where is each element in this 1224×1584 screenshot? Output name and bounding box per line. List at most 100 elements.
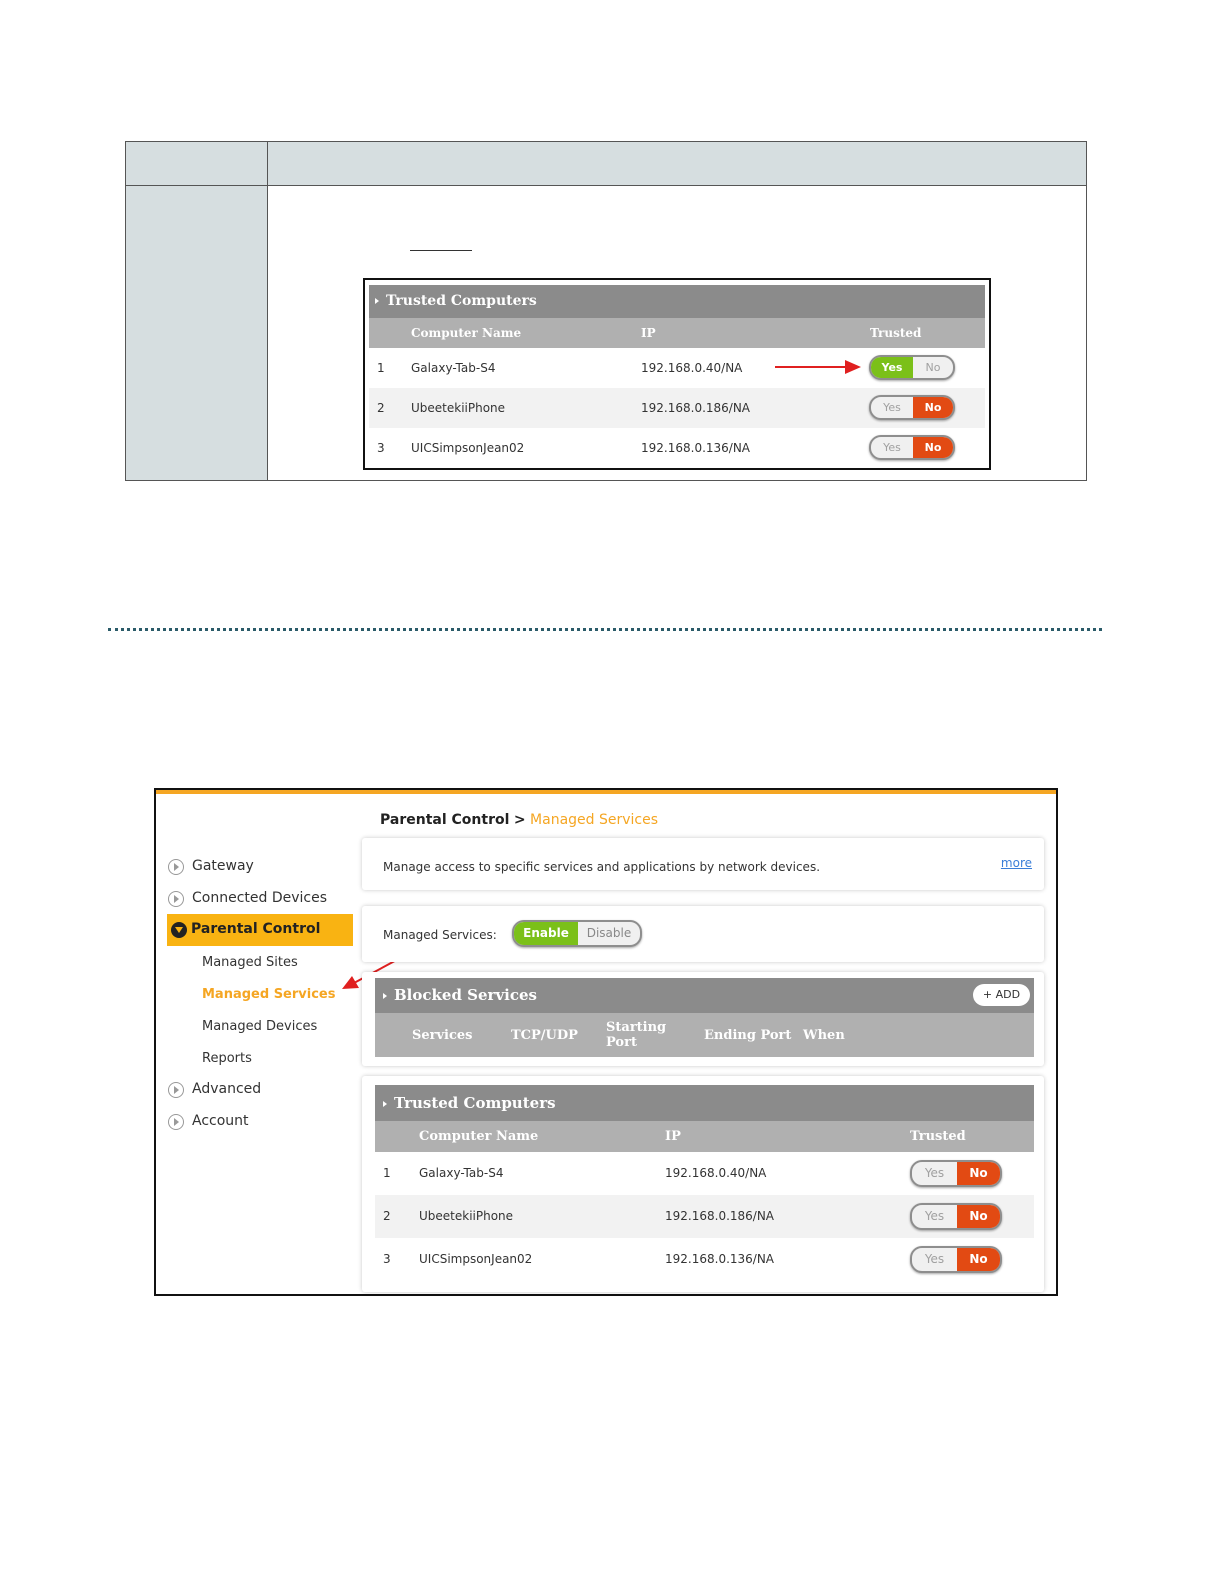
column-header-tcp-udp: TCP/UDP — [511, 1028, 578, 1043]
computer-name: Galaxy-Tab-S4 — [411, 361, 496, 375]
blocked-services-card: Blocked Services + ADD Services TCP/UDP … — [362, 972, 1044, 1066]
nav-sub-managed-devices[interactable]: Managed Devices — [202, 1019, 317, 1034]
row-number: 3 — [377, 441, 385, 455]
table-row: 3 UICSimpsonJean02 192.168.0.136/NA Yes … — [369, 428, 989, 468]
panel-title-text: Blocked Services — [394, 986, 537, 1004]
trusted-toggle[interactable]: Yes No — [910, 1246, 1002, 1273]
trusted-toggle[interactable]: Yes No — [910, 1160, 1002, 1187]
managed-services-card: Managed Services: Enable Disable — [362, 906, 1044, 962]
computer-name: UICSimpsonJean02 — [419, 1252, 533, 1266]
table-header-row — [126, 142, 1086, 186]
trusted-toggle[interactable]: Yes No — [869, 395, 955, 420]
column-header-ending-port: Ending Port — [704, 1028, 792, 1043]
column-header-row: Computer Name IP Trusted — [375, 1121, 1034, 1152]
expand-arrow-icon — [168, 891, 184, 907]
row-number: 2 — [377, 401, 385, 415]
table-row: 2 UbeetekiiPhone 192.168.0.186/NA Yes No — [375, 1195, 1034, 1238]
table-row: 2 UbeetekiiPhone 192.168.0.186/NA Yes No — [369, 388, 985, 428]
table-step-cell — [126, 186, 267, 480]
nav-label: Gateway — [192, 858, 254, 874]
no-option[interactable]: No — [913, 357, 953, 378]
column-header-computer-name: Computer Name — [411, 326, 522, 340]
no-option[interactable]: No — [913, 397, 953, 418]
no-option[interactable]: No — [957, 1205, 1000, 1228]
column-header-trusted: Trusted — [870, 326, 922, 340]
yes-option[interactable]: Yes — [871, 357, 913, 378]
nav-sub-managed-sites[interactable]: Managed Sites — [202, 955, 298, 970]
computer-name: UbeetekiiPhone — [419, 1209, 514, 1223]
column-header-ip: IP — [641, 326, 656, 340]
no-option[interactable]: No — [957, 1248, 1000, 1271]
column-header-trusted: Trusted — [910, 1129, 966, 1144]
more-link[interactable]: more — [1001, 856, 1032, 870]
breadcrumb: Parental Control > Managed Services — [380, 812, 658, 828]
column-header-computer-name: Computer Name — [419, 1129, 539, 1144]
managed-services-screenshot: Parental Control > Managed Services Gate… — [154, 788, 1058, 1296]
panel-title: Blocked Services + ADD — [375, 978, 1034, 1013]
yes-option[interactable]: Yes — [912, 1162, 957, 1185]
trusted-toggle[interactable]: Yes No — [869, 355, 955, 380]
ip-address: 192.168.0.136/NA — [665, 1252, 775, 1266]
nav-label: Advanced — [192, 1081, 262, 1097]
row-number: 1 — [383, 1166, 391, 1180]
expand-triangle-icon — [383, 1101, 387, 1107]
ip-address: 192.168.0.186/NA — [665, 1209, 775, 1223]
expand-arrow-icon — [168, 1082, 184, 1098]
trusted-toggle[interactable]: Yes No — [910, 1203, 1002, 1230]
table-row: 1 Galaxy-Tab-S4 192.168.0.40/NA Yes No — [375, 1152, 1034, 1195]
disable-option[interactable]: Disable — [578, 922, 640, 945]
section-divider — [108, 628, 1102, 631]
panel-title-text: Trusted Computers — [394, 1094, 556, 1112]
expand-arrow-icon — [168, 1114, 184, 1130]
ip-address: 192.168.0.186/NA — [641, 401, 751, 415]
annotation-arrow-icon — [775, 360, 861, 374]
table-row: 1 Galaxy-Tab-S4 192.168.0.40/NA Yes No — [369, 348, 989, 388]
ip-address: 192.168.0.136/NA — [641, 441, 751, 455]
column-header-row: Computer Name IP Trusted — [369, 318, 985, 348]
add-button[interactable]: + ADD — [973, 984, 1030, 1006]
yes-option[interactable]: Yes — [871, 437, 913, 458]
column-header-ip: IP — [665, 1129, 681, 1144]
yes-option[interactable]: Yes — [912, 1205, 957, 1228]
breadcrumb-separator: > — [513, 812, 526, 828]
yes-option[interactable]: Yes — [871, 397, 913, 418]
breadcrumb-current: Managed Services — [530, 812, 659, 828]
nav-label: Connected Devices — [192, 890, 328, 906]
breadcrumb-parent[interactable]: Parental Control — [380, 812, 509, 828]
panel-title: Trusted Computers — [369, 285, 985, 318]
expand-triangle-icon — [375, 298, 379, 304]
no-option[interactable]: No — [957, 1162, 1000, 1185]
ip-address: 192.168.0.40/NA — [665, 1166, 767, 1180]
accent-bar — [156, 790, 1056, 794]
trusted-computers-screenshot: Trusted Computers Computer Name IP Trust… — [363, 278, 991, 470]
row-number: 3 — [383, 1252, 391, 1266]
nav-sub-reports[interactable]: Reports — [202, 1051, 252, 1066]
blank-underline — [410, 250, 472, 251]
computer-name: Galaxy-Tab-S4 — [419, 1166, 504, 1180]
nav-label: Account — [192, 1113, 249, 1129]
nav-sub-managed-services[interactable]: Managed Services — [202, 987, 335, 1002]
trusted-computers-card: Trusted Computers Computer Name IP Trust… — [362, 1076, 1044, 1292]
computer-name: UbeetekiiPhone — [411, 401, 506, 415]
column-header-row: Services TCP/UDP Starting Port Ending Po… — [375, 1013, 1034, 1057]
collapse-arrow-icon — [171, 922, 187, 938]
expand-arrow-icon — [168, 859, 184, 875]
description-text: Manage access to specific services and a… — [383, 860, 821, 874]
managed-services-toggle[interactable]: Enable Disable — [512, 920, 642, 947]
nav-item-parental-control[interactable]: Parental Control — [167, 914, 353, 946]
enable-option[interactable]: Enable — [514, 922, 578, 945]
instruction-table: Trusted Computers Computer Name IP Trust… — [125, 141, 1087, 481]
row-number: 1 — [377, 361, 385, 375]
yes-option[interactable]: Yes — [912, 1248, 957, 1271]
nav-label: Parental Control — [191, 921, 321, 937]
managed-services-label: Managed Services: — [383, 928, 497, 942]
ip-address: 192.168.0.40/NA — [641, 361, 743, 375]
no-option[interactable]: No — [913, 437, 953, 458]
panel-title: Trusted Computers — [375, 1085, 1034, 1121]
expand-triangle-icon — [383, 993, 387, 999]
trusted-toggle[interactable]: Yes No — [869, 435, 955, 460]
column-header-starting-port: Starting Port — [606, 1020, 667, 1050]
description-card: Manage access to specific services and a… — [362, 838, 1044, 890]
computer-name: UICSimpsonJean02 — [411, 441, 525, 455]
column-header-services: Services — [412, 1028, 473, 1043]
